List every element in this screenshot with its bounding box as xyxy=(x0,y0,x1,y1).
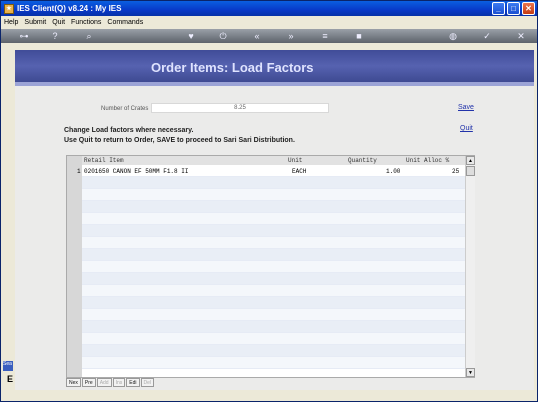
cell-quantity: 1.00 xyxy=(386,168,401,175)
maximize-button[interactable]: □ xyxy=(507,2,520,15)
table-row[interactable] xyxy=(82,273,465,285)
key-icon[interactable]: ⊶ xyxy=(15,30,33,42)
table-row[interactable] xyxy=(82,237,465,249)
table-row[interactable]: 0201650 CANON EF 50MM F1.8 II EACH 1.00 … xyxy=(82,165,465,177)
table-row[interactable] xyxy=(82,201,465,213)
table-row[interactable] xyxy=(82,213,465,225)
table-row[interactable] xyxy=(82,297,465,309)
menu-functions[interactable]: Functions xyxy=(68,19,104,26)
close-icon[interactable]: ✕ xyxy=(515,30,527,42)
main-content: Order Items: Load Factors Number of Crat… xyxy=(15,50,534,390)
page-title: Order Items: Load Factors xyxy=(151,60,314,75)
col-unit[interactable]: Unit xyxy=(288,157,302,164)
menu-commands[interactable]: Commands xyxy=(104,19,146,26)
table-row[interactable] xyxy=(82,189,465,201)
col-unit-alloc[interactable]: Unit Alloc % xyxy=(406,157,449,164)
cell-unit-alloc[interactable]: 25 xyxy=(452,168,459,175)
table-row[interactable] xyxy=(82,177,465,189)
row-number: 1 xyxy=(77,168,81,175)
banner-divider xyxy=(15,82,534,86)
row-number-column: 1 xyxy=(67,156,82,377)
table-row[interactable] xyxy=(82,261,465,273)
grid-header: Retail Item Unit Quantity Unit Alloc % xyxy=(82,156,465,165)
menu-bar: Help Submit Quit Functions Commands xyxy=(1,16,537,28)
items-grid: 1 Retail Item Unit Quantity Unit Alloc %… xyxy=(66,155,475,378)
menu-submit[interactable]: Submit xyxy=(21,19,49,26)
add-button: Add xyxy=(96,378,112,387)
check-icon[interactable]: ✓ xyxy=(481,30,493,42)
table-row[interactable] xyxy=(82,333,465,345)
crates-field[interactable]: 8.25 xyxy=(151,103,329,113)
save-link[interactable]: Save xyxy=(458,104,474,111)
cell-retail-item: 0201650 CANON EF 50MM F1.8 II xyxy=(84,168,189,175)
table-row[interactable] xyxy=(82,309,465,321)
globe-icon[interactable]: ◍ xyxy=(447,30,459,42)
instruction-line-1: Change Load factors where necessary. xyxy=(64,127,194,134)
menu-help[interactable]: Help xyxy=(1,19,21,26)
minimize-button[interactable]: _ xyxy=(492,2,505,15)
toolbar: ⊶ ? ⌕ ♥ ⏻ « » ≡ ■ ◍ ✓ ✕ xyxy=(1,29,537,43)
next-button[interactable]: Nex xyxy=(66,378,81,387)
instruction-line-2: Use Quit to return to Order, SAVE to pro… xyxy=(64,137,295,144)
fast-forward-icon[interactable]: » xyxy=(285,30,297,42)
insert-button: Ins xyxy=(112,378,126,387)
list-icon[interactable]: ≡ xyxy=(319,30,331,42)
side-search-tab[interactable]: Sea xyxy=(3,361,13,371)
table-row[interactable] xyxy=(82,249,465,261)
col-quantity[interactable]: Quantity xyxy=(348,157,377,164)
search-icon[interactable]: ⌕ xyxy=(83,30,95,42)
rewind-icon[interactable]: « xyxy=(251,30,263,42)
scroll-down-icon[interactable]: ▼ xyxy=(466,368,475,377)
title-bar: ★ IES Client(Q) v8.24 : My IES _ □ ✕ xyxy=(1,1,537,16)
page-banner: Order Items: Load Factors xyxy=(15,50,534,82)
power-icon[interactable]: ⏻ xyxy=(217,30,229,42)
previous-button[interactable]: Pre xyxy=(81,378,96,387)
heart-icon[interactable]: ♥ xyxy=(185,30,197,42)
help-icon[interactable]: ? xyxy=(49,30,61,42)
scroll-thumb[interactable] xyxy=(466,166,475,176)
close-button[interactable]: ✕ xyxy=(522,2,535,15)
delete-button: Del xyxy=(140,378,155,387)
table-row[interactable] xyxy=(82,285,465,297)
table-row[interactable] xyxy=(82,321,465,333)
grid-nav-buttons: Nex Pre Add Ins Edi Del xyxy=(66,378,155,388)
table-row[interactable] xyxy=(82,225,465,237)
vertical-scrollbar[interactable]: ▲ ▼ xyxy=(465,156,475,377)
quit-link[interactable]: Quit xyxy=(460,125,473,132)
table-row[interactable] xyxy=(82,345,465,357)
window-title: IES Client(Q) v8.24 : My IES xyxy=(17,4,122,13)
side-letter: E xyxy=(7,374,14,384)
app-window: ★ IES Client(Q) v8.24 : My IES _ □ ✕ Hel… xyxy=(0,0,538,402)
col-retail-item[interactable]: Retail Item xyxy=(84,157,124,164)
cell-unit: EACH xyxy=(292,168,307,175)
scroll-up-icon[interactable]: ▲ xyxy=(466,156,475,165)
app-icon: ★ xyxy=(4,3,14,14)
stop-icon[interactable]: ■ xyxy=(353,30,365,42)
crates-label: Number of Crates xyxy=(101,106,149,112)
menu-quit[interactable]: Quit xyxy=(49,19,68,26)
grid-rows: 0201650 CANON EF 50MM F1.8 II EACH 1.00 … xyxy=(82,165,465,377)
table-row[interactable] xyxy=(82,357,465,369)
edit-button[interactable]: Edi xyxy=(126,378,140,387)
